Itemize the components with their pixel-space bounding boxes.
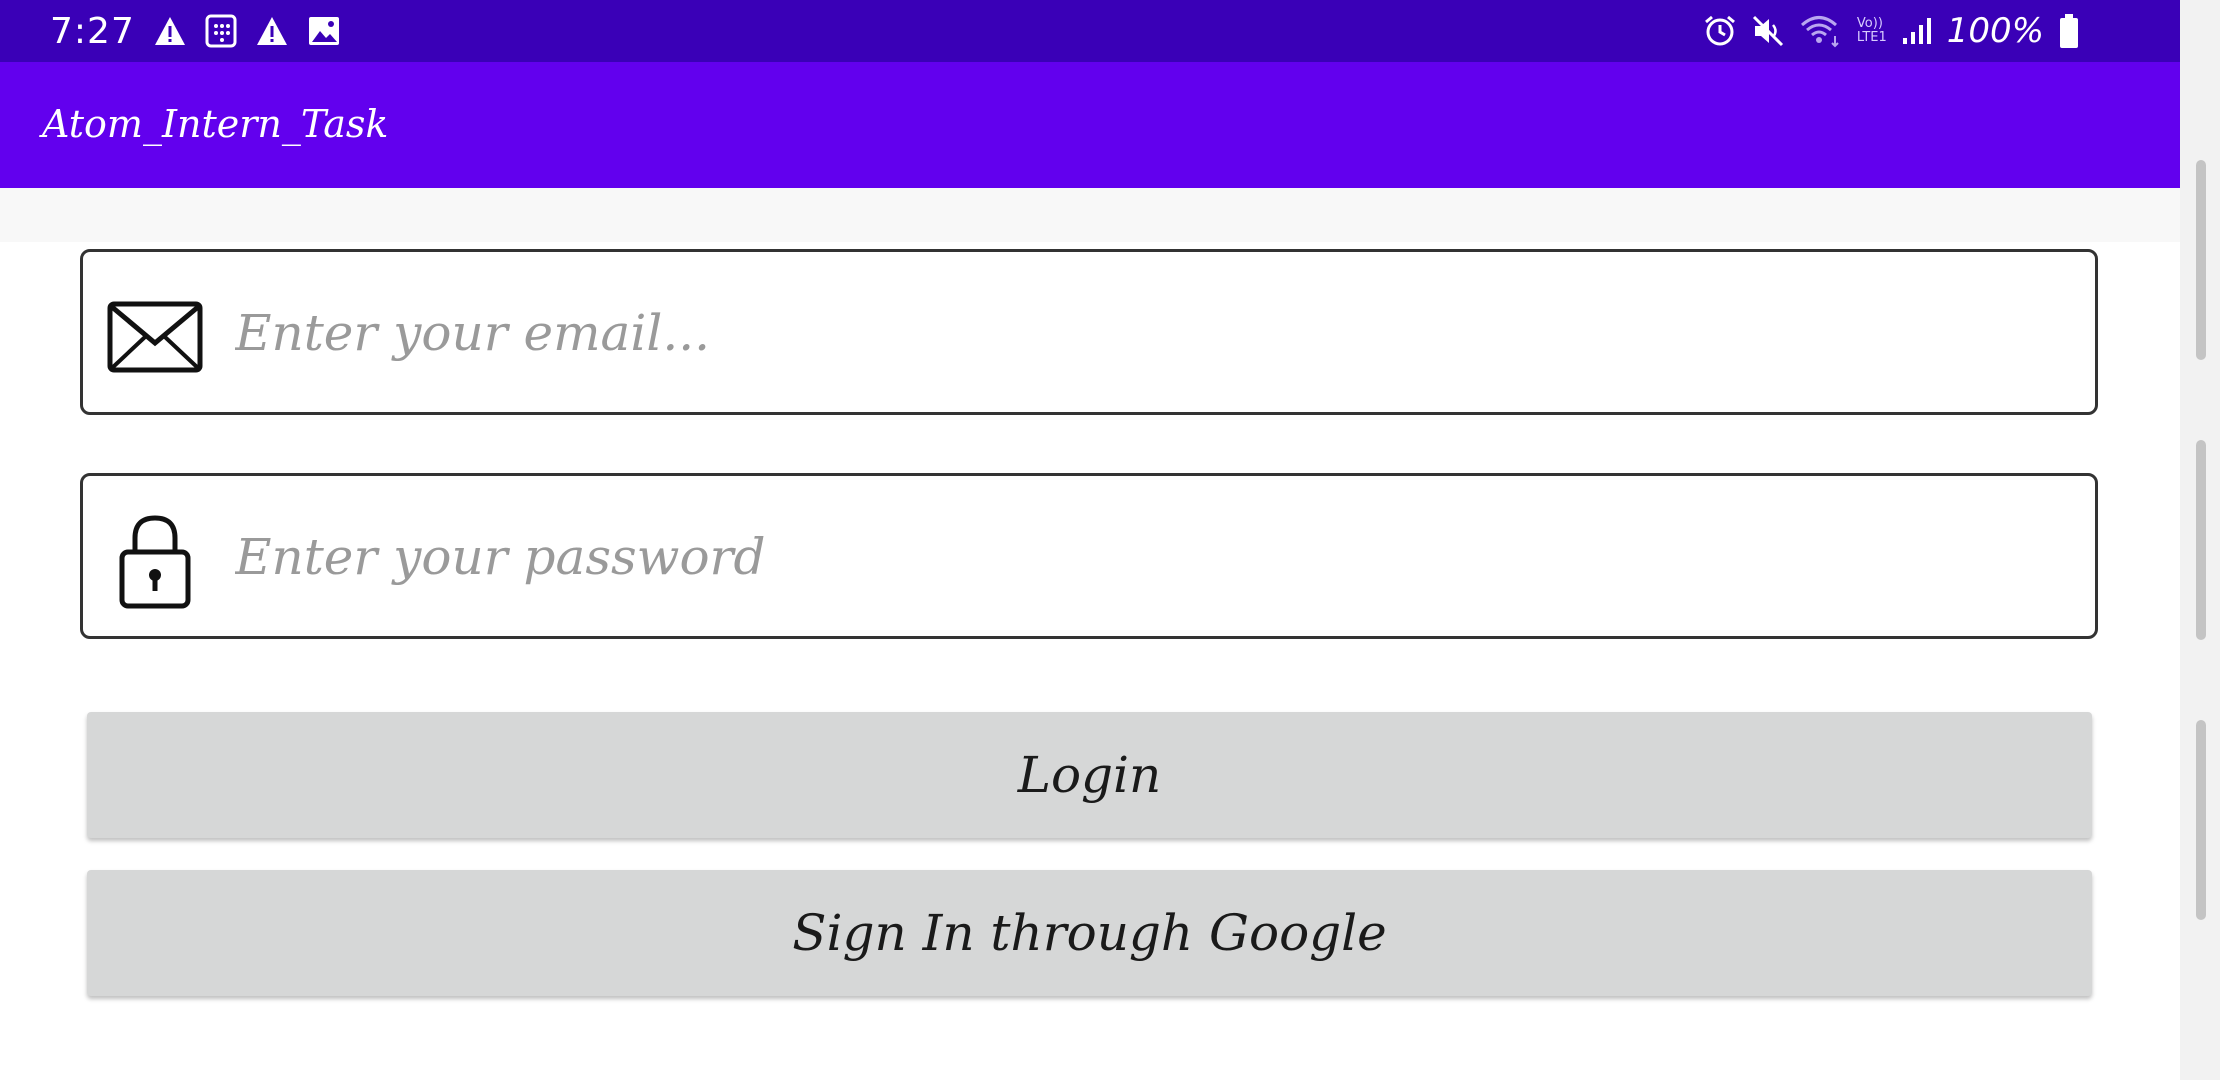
email-input[interactable] — [233, 252, 2067, 414]
status-right: Vo)) LTE1 100% — [1703, 0, 2080, 62]
password-input[interactable] — [233, 476, 2067, 638]
app-bar: Atom_Intern_Task — [0, 62, 2180, 188]
volte-icon: Vo)) LTE1 — [1857, 17, 1887, 45]
battery-icon — [2058, 13, 2080, 49]
content-top-band — [0, 188, 2180, 242]
clock: 7:27 — [50, 10, 135, 52]
scrollbar-thumb-segment[interactable] — [2196, 720, 2206, 920]
google-sign-in-button[interactable]: Sign In through Google — [87, 870, 2092, 996]
scrollbar-thumb-segment[interactable] — [2196, 160, 2206, 360]
calendar-icon — [205, 14, 237, 48]
scrollbar-thumb-segment[interactable] — [2196, 440, 2206, 640]
lock-icon — [105, 515, 205, 609]
status-left: 7:27 — [50, 0, 341, 62]
signal-icon — [1901, 16, 1933, 46]
password-field[interactable] — [80, 473, 2098, 639]
battery-percent: 100% — [1946, 11, 2044, 51]
mail-icon — [105, 292, 205, 382]
alarm-icon — [1703, 14, 1737, 48]
mute-icon — [1751, 14, 1785, 48]
warning-icon — [153, 15, 187, 47]
volte-label: Vo)) LTE1 — [1856, 16, 1887, 45]
status-bar: 7:27 Vo)) LTE1 100% — [0, 0, 2180, 62]
email-field[interactable] — [80, 249, 2098, 415]
wifi-icon — [1799, 14, 1843, 48]
image-icon — [307, 15, 341, 47]
scrollbar[interactable] — [2180, 0, 2220, 1080]
login-button[interactable]: Login — [87, 712, 2092, 838]
warning-icon — [255, 15, 289, 47]
app-title: Atom_Intern_Task — [42, 102, 389, 146]
